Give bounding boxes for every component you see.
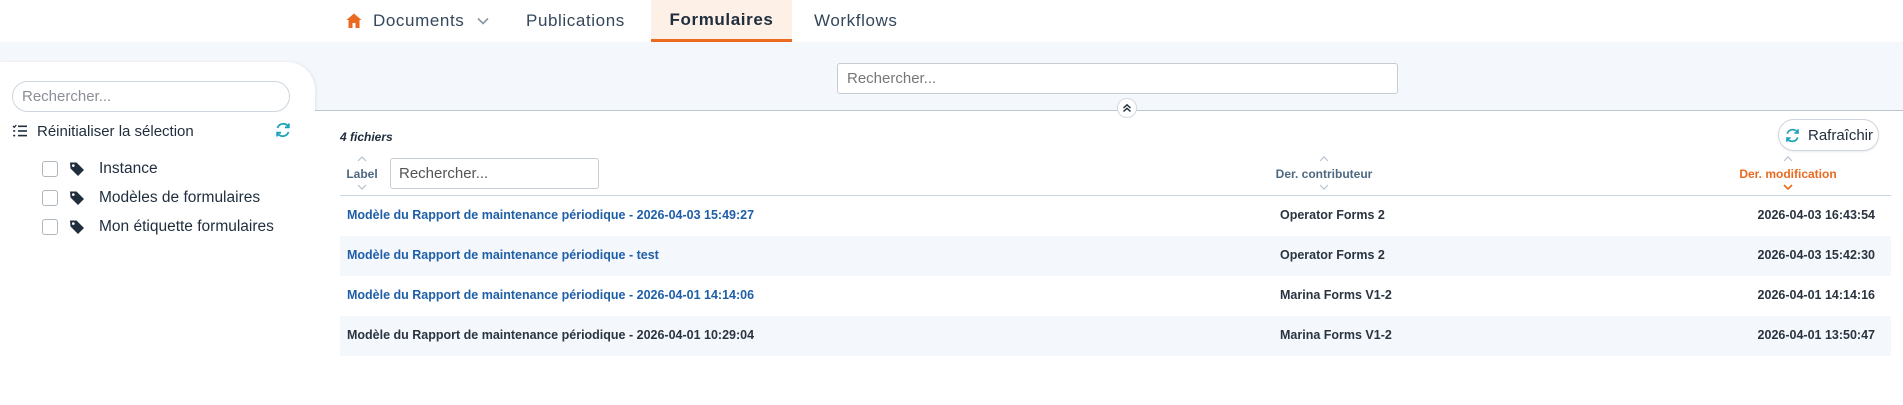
column-header-contributor[interactable]: Der. contributeur bbox=[1264, 167, 1384, 181]
column-header-modified[interactable]: Der. modification bbox=[1730, 167, 1846, 181]
file-label-link[interactable]: Modèle du Rapport de maintenance périodi… bbox=[347, 288, 754, 302]
file-label-link[interactable]: Modèle du Rapport de maintenance périodi… bbox=[347, 208, 754, 222]
home-icon bbox=[346, 13, 362, 28]
table-row[interactable]: Modèle du Rapport de maintenance périodi… bbox=[340, 316, 1891, 356]
sync-icon[interactable] bbox=[274, 121, 292, 139]
file-modified: 2026-04-03 15:42:30 bbox=[1757, 248, 1875, 262]
sort-down-active-icon[interactable] bbox=[1783, 184, 1793, 190]
reset-selection-button[interactable]: Réinitialiser la sélection bbox=[12, 120, 292, 142]
file-label-link[interactable]: Modèle du Rapport de maintenance périodi… bbox=[347, 248, 659, 262]
tab-formulaires-label: Formulaires bbox=[669, 9, 774, 29]
table-row[interactable]: Modèle du Rapport de maintenance périodi… bbox=[340, 236, 1891, 276]
file-count: 4 fichiers bbox=[340, 130, 393, 144]
label-filter-input[interactable] bbox=[390, 158, 599, 189]
tag-checkbox[interactable] bbox=[42, 190, 58, 206]
tab-publications[interactable]: Publications bbox=[526, 0, 625, 42]
refresh-label: Rafraîchir bbox=[1807, 126, 1874, 144]
file-contributor: Marina Forms V1-2 bbox=[1280, 328, 1392, 342]
global-search-input[interactable] bbox=[837, 63, 1398, 94]
refresh-button[interactable]: Rafraîchir bbox=[1778, 119, 1879, 151]
file-modified: 2026-04-01 14:14:16 bbox=[1757, 288, 1875, 302]
sidebar-search-input[interactable] bbox=[12, 81, 290, 112]
collapse-search-button[interactable] bbox=[1117, 98, 1137, 118]
file-contributor: Operator Forms 2 bbox=[1280, 248, 1385, 262]
tag-item-instance[interactable]: Instance bbox=[42, 159, 158, 179]
sidebar: Réinitialiser la sélection Instance Modè… bbox=[0, 62, 315, 405]
chevrons-up-icon bbox=[1123, 103, 1131, 113]
file-modified: 2026-04-01 13:50:47 bbox=[1757, 328, 1875, 342]
tab-publications-label: Publications bbox=[526, 11, 625, 30]
tab-workflows[interactable]: Workflows bbox=[814, 0, 898, 42]
chevron-down-icon[interactable] bbox=[476, 14, 490, 28]
tag-checkbox[interactable] bbox=[42, 219, 58, 235]
tab-documents[interactable]: Documents bbox=[345, 0, 503, 42]
tag-item-modeles[interactable]: Modèles de formulaires bbox=[42, 188, 260, 208]
file-modified: 2026-04-03 16:43:54 bbox=[1757, 208, 1875, 222]
tag-item-mon-etiquette[interactable]: Mon étiquette formulaires bbox=[42, 217, 274, 237]
tab-formulaires[interactable]: Formulaires bbox=[651, 0, 792, 42]
sort-up-icon[interactable] bbox=[1319, 156, 1329, 162]
table-row[interactable]: Modèle du Rapport de maintenance périodi… bbox=[340, 196, 1891, 236]
tag-checkbox[interactable] bbox=[42, 161, 58, 177]
list-check-icon bbox=[12, 124, 27, 137]
search-divider bbox=[315, 110, 1903, 111]
tag-label: Mon étiquette formulaires bbox=[99, 218, 274, 235]
tag-icon bbox=[70, 220, 84, 234]
sort-down-icon[interactable] bbox=[357, 184, 367, 190]
top-nav: Documents Publications Formulaires Workf… bbox=[0, 0, 1903, 42]
file-label[interactable]: Modèle du Rapport de maintenance périodi… bbox=[347, 328, 754, 342]
refresh-icon bbox=[1786, 128, 1799, 142]
tag-icon bbox=[70, 162, 84, 176]
sort-down-icon[interactable] bbox=[1319, 184, 1329, 190]
file-contributor: Marina Forms V1-2 bbox=[1280, 288, 1392, 302]
tag-icon bbox=[70, 191, 84, 205]
table-row[interactable]: Modèle du Rapport de maintenance périodi… bbox=[340, 276, 1891, 316]
sort-up-icon[interactable] bbox=[357, 156, 367, 162]
column-header-label[interactable]: Label bbox=[345, 167, 379, 181]
tag-label: Modèles de formulaires bbox=[99, 189, 261, 206]
reset-selection-label: Réinitialiser la sélection bbox=[37, 122, 194, 140]
tab-documents-label: Documents bbox=[373, 11, 465, 30]
sort-up-icon[interactable] bbox=[1783, 156, 1793, 162]
tag-label: Instance bbox=[99, 160, 158, 177]
file-contributor: Operator Forms 2 bbox=[1280, 208, 1385, 222]
tab-workflows-label: Workflows bbox=[814, 11, 898, 30]
